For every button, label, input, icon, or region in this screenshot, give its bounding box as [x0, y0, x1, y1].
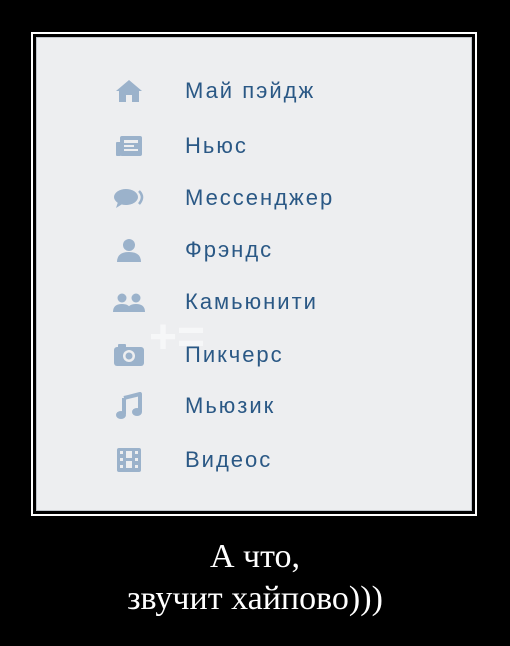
- menu-item-messenger[interactable]: Мессенджер: [37, 178, 471, 218]
- menu-item-videos[interactable]: Видеос: [37, 440, 471, 480]
- menu-item-label: Мьюзик: [185, 393, 276, 418]
- menu-item-label: Май пэйдж: [185, 78, 316, 103]
- menu-item-label: Фрэндс: [185, 237, 274, 262]
- menu-item-label: Видеос: [185, 447, 273, 472]
- menu-item-friends[interactable]: Фрэндс: [37, 230, 471, 270]
- menu-item-music[interactable]: Мьюзик: [37, 386, 471, 426]
- messages-icon: [103, 178, 155, 218]
- watermark-plus-equals-icon: +=: [149, 311, 206, 364]
- community-icon: [103, 282, 155, 322]
- menu-item-news[interactable]: Ньюс: [37, 126, 471, 166]
- film-icon: [103, 440, 155, 480]
- camera-icon: [103, 335, 155, 375]
- music-note-icon: [103, 386, 155, 426]
- friend-icon: [103, 230, 155, 270]
- menu-item-pictures[interactable]: Пикчерс: [37, 335, 471, 375]
- sidebar-menu: Май пэйдж Ньюс Мессенджер Фрэндс Камьюни…: [37, 38, 471, 510]
- menu-item-label: Ньюс: [185, 133, 248, 158]
- menu-item-my-page[interactable]: Май пэйдж: [37, 71, 471, 111]
- news-icon: [103, 126, 155, 166]
- caption-line-2: звучит хайпово))): [127, 580, 383, 617]
- home-icon: [103, 71, 155, 111]
- caption-line-1: А что,: [209, 538, 301, 575]
- menu-item-label: Мессенджер: [185, 185, 335, 210]
- menu-item-communities[interactable]: Камьюнити: [37, 282, 471, 322]
- menu-panel: Май пэйдж Ньюс Мессенджер Фрэндс Камьюни…: [36, 37, 472, 511]
